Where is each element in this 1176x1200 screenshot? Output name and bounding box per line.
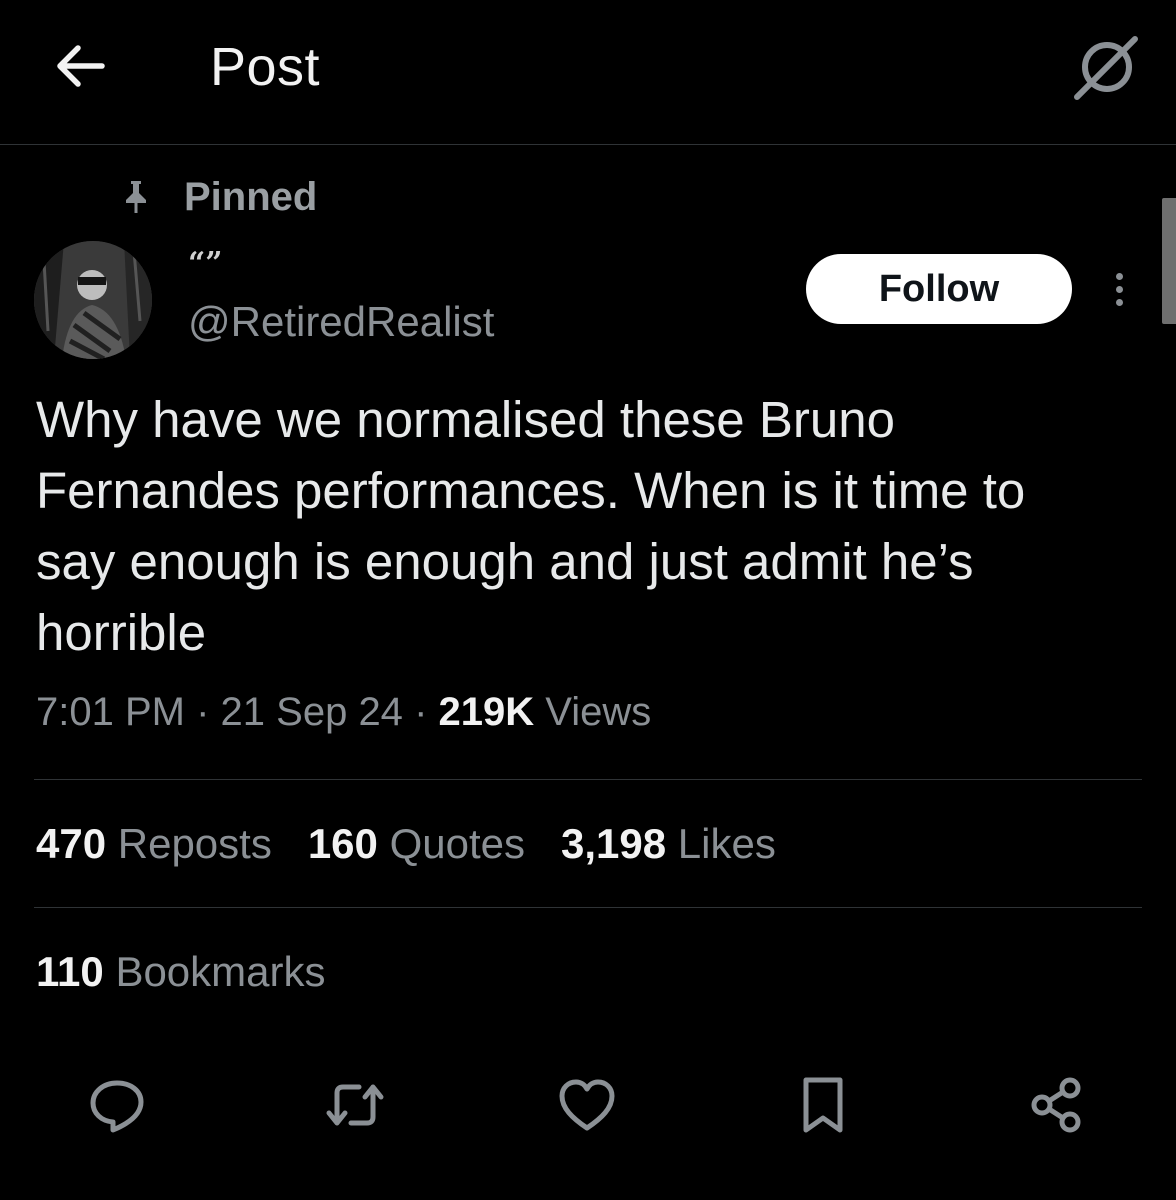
display-name[interactable]: “”: [188, 246, 223, 281]
scrollbar[interactable]: [1162, 198, 1176, 324]
more-dot-icon: [1115, 272, 1123, 280]
back-button[interactable]: [48, 38, 112, 94]
meta-separator: ·: [196, 690, 210, 734]
user-handle[interactable]: @RetiredRealist: [188, 298, 494, 346]
bookmark-button[interactable]: [788, 1070, 858, 1140]
likes-stat[interactable]: 3,198 Likes: [561, 820, 776, 868]
share-button[interactable]: [1022, 1070, 1092, 1140]
bookmarks-count: 110: [36, 948, 104, 995]
more-dot-icon: [1115, 298, 1123, 306]
bookmarks-label: Bookmarks: [115, 948, 326, 995]
likes-label: Likes: [677, 820, 776, 867]
follow-button[interactable]: Follow: [806, 254, 1072, 324]
reposts-count: 470: [36, 820, 107, 867]
like-button[interactable]: [552, 1070, 622, 1140]
avatar-image: [34, 241, 152, 359]
more-options-button[interactable]: [1100, 262, 1138, 316]
quotes-label: Quotes: [389, 820, 525, 867]
share-icon: [1031, 1077, 1081, 1133]
meta-separator: ·: [414, 690, 428, 734]
views-count[interactable]: 219K: [439, 690, 535, 734]
engagement-stats: 470 Reposts 160 Quotes 3,198 Likes: [36, 820, 812, 868]
repost-icon: [326, 1084, 384, 1126]
reply-icon: [90, 1080, 144, 1133]
post-meta: 7:01 PM · 21 Sep 24 · 219K Views: [36, 690, 651, 735]
arrow-left-icon: [57, 45, 105, 87]
more-dot-icon: [1115, 285, 1123, 293]
bookmark-icon: [803, 1077, 843, 1133]
bookmarks-stat[interactable]: 110 Bookmarks: [36, 948, 326, 996]
page-title: Post: [210, 37, 321, 97]
grok-icon: [1074, 36, 1138, 100]
post-time[interactable]: 7:01 PM: [36, 690, 185, 734]
pinned-indicator: Pinned: [120, 172, 317, 222]
reposts-label: Reposts: [117, 820, 272, 867]
quotes-stat[interactable]: 160 Quotes: [308, 820, 525, 868]
likes-count: 3,198: [561, 820, 667, 867]
pin-icon: [120, 177, 152, 217]
reply-button[interactable]: [82, 1070, 152, 1140]
views-label: Views: [545, 690, 652, 734]
like-icon: [559, 1079, 615, 1131]
avatar[interactable]: [34, 241, 152, 359]
quotes-count: 160: [307, 820, 378, 867]
reposts-stat[interactable]: 470 Reposts: [36, 820, 272, 868]
divider: [34, 779, 1142, 780]
post-text: Why have we normalised these Bruno Ferna…: [36, 391, 1026, 661]
grok-button[interactable]: [1068, 30, 1144, 106]
divider: [34, 907, 1142, 908]
repost-button[interactable]: [320, 1070, 390, 1140]
top-bar: Post: [0, 0, 1176, 145]
pinned-label: Pinned: [184, 174, 318, 219]
post-date[interactable]: 21 Sep 24: [221, 690, 403, 734]
